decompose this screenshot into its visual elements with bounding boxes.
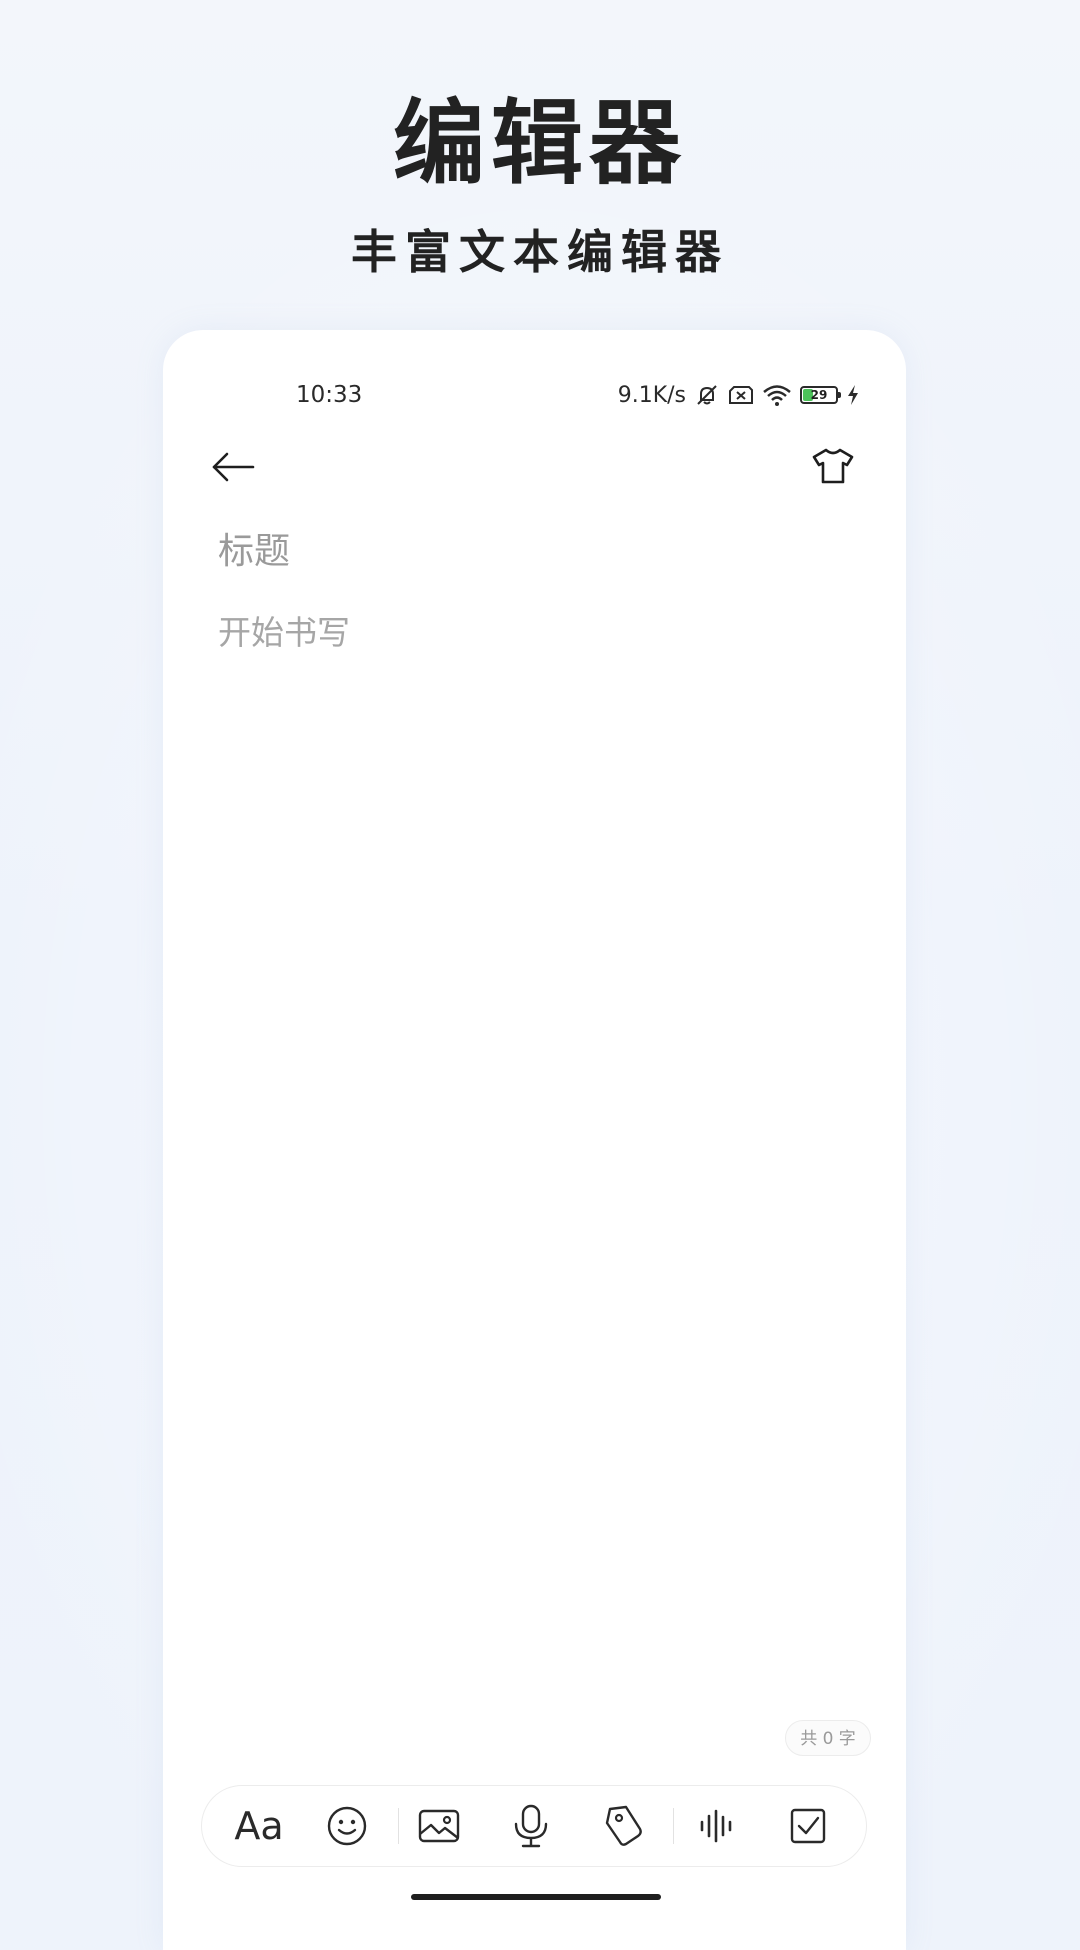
audio-button[interactable] <box>686 1786 746 1866</box>
tag-icon <box>605 1805 642 1846</box>
checkbox-icon <box>790 1808 826 1844</box>
audio-wave-icon <box>700 1809 732 1843</box>
toolbar-divider <box>398 1808 399 1844</box>
body-input[interactable]: 开始书写 <box>218 605 848 661</box>
checklist-button[interactable] <box>778 1786 838 1866</box>
status-bar: 10:33 9.1K/s 29 <box>163 370 906 420</box>
mute-bell-icon <box>694 382 720 408</box>
voice-record-button[interactable] <box>501 1786 561 1866</box>
theme-button[interactable] <box>810 443 856 489</box>
back-button[interactable] <box>209 445 257 489</box>
charging-bolt-icon <box>846 384 860 406</box>
hero-title: 编辑器 <box>392 89 687 197</box>
sim-off-icon <box>728 383 754 407</box>
status-time: 10:33 <box>296 382 363 408</box>
editor-toolbar: Aa <box>201 1785 867 1867</box>
microphone-icon <box>514 1804 548 1848</box>
network-speed: 9.1K/s <box>617 382 686 408</box>
image-icon <box>418 1809 460 1843</box>
wifi-icon <box>762 383 792 407</box>
home-indicator[interactable] <box>411 1894 661 1900</box>
tshirt-icon <box>812 448 854 484</box>
text-style-button[interactable]: Aa <box>224 1786 294 1866</box>
top-nav <box>163 430 906 504</box>
battery-icon: 29 <box>800 386 841 404</box>
title-input[interactable]: 标题 <box>218 522 848 582</box>
status-icons: 9.1K/s 29 <box>618 370 860 420</box>
emoji-button[interactable] <box>317 1786 377 1866</box>
battery-level: 29 <box>810 388 828 402</box>
tag-button[interactable] <box>593 1786 653 1866</box>
image-button[interactable] <box>409 1786 469 1866</box>
phone-screen: 10:33 9.1K/s 29 标题 开始书写 共 0 字 Aa <box>163 330 906 1950</box>
emoji-icon <box>327 1806 367 1846</box>
arrow-left-icon <box>212 452 255 482</box>
toolbar-divider <box>673 1808 674 1844</box>
word-count-badge: 共 0 字 <box>785 1720 871 1756</box>
hero-subtitle: 丰富文本编辑器 <box>351 225 729 279</box>
